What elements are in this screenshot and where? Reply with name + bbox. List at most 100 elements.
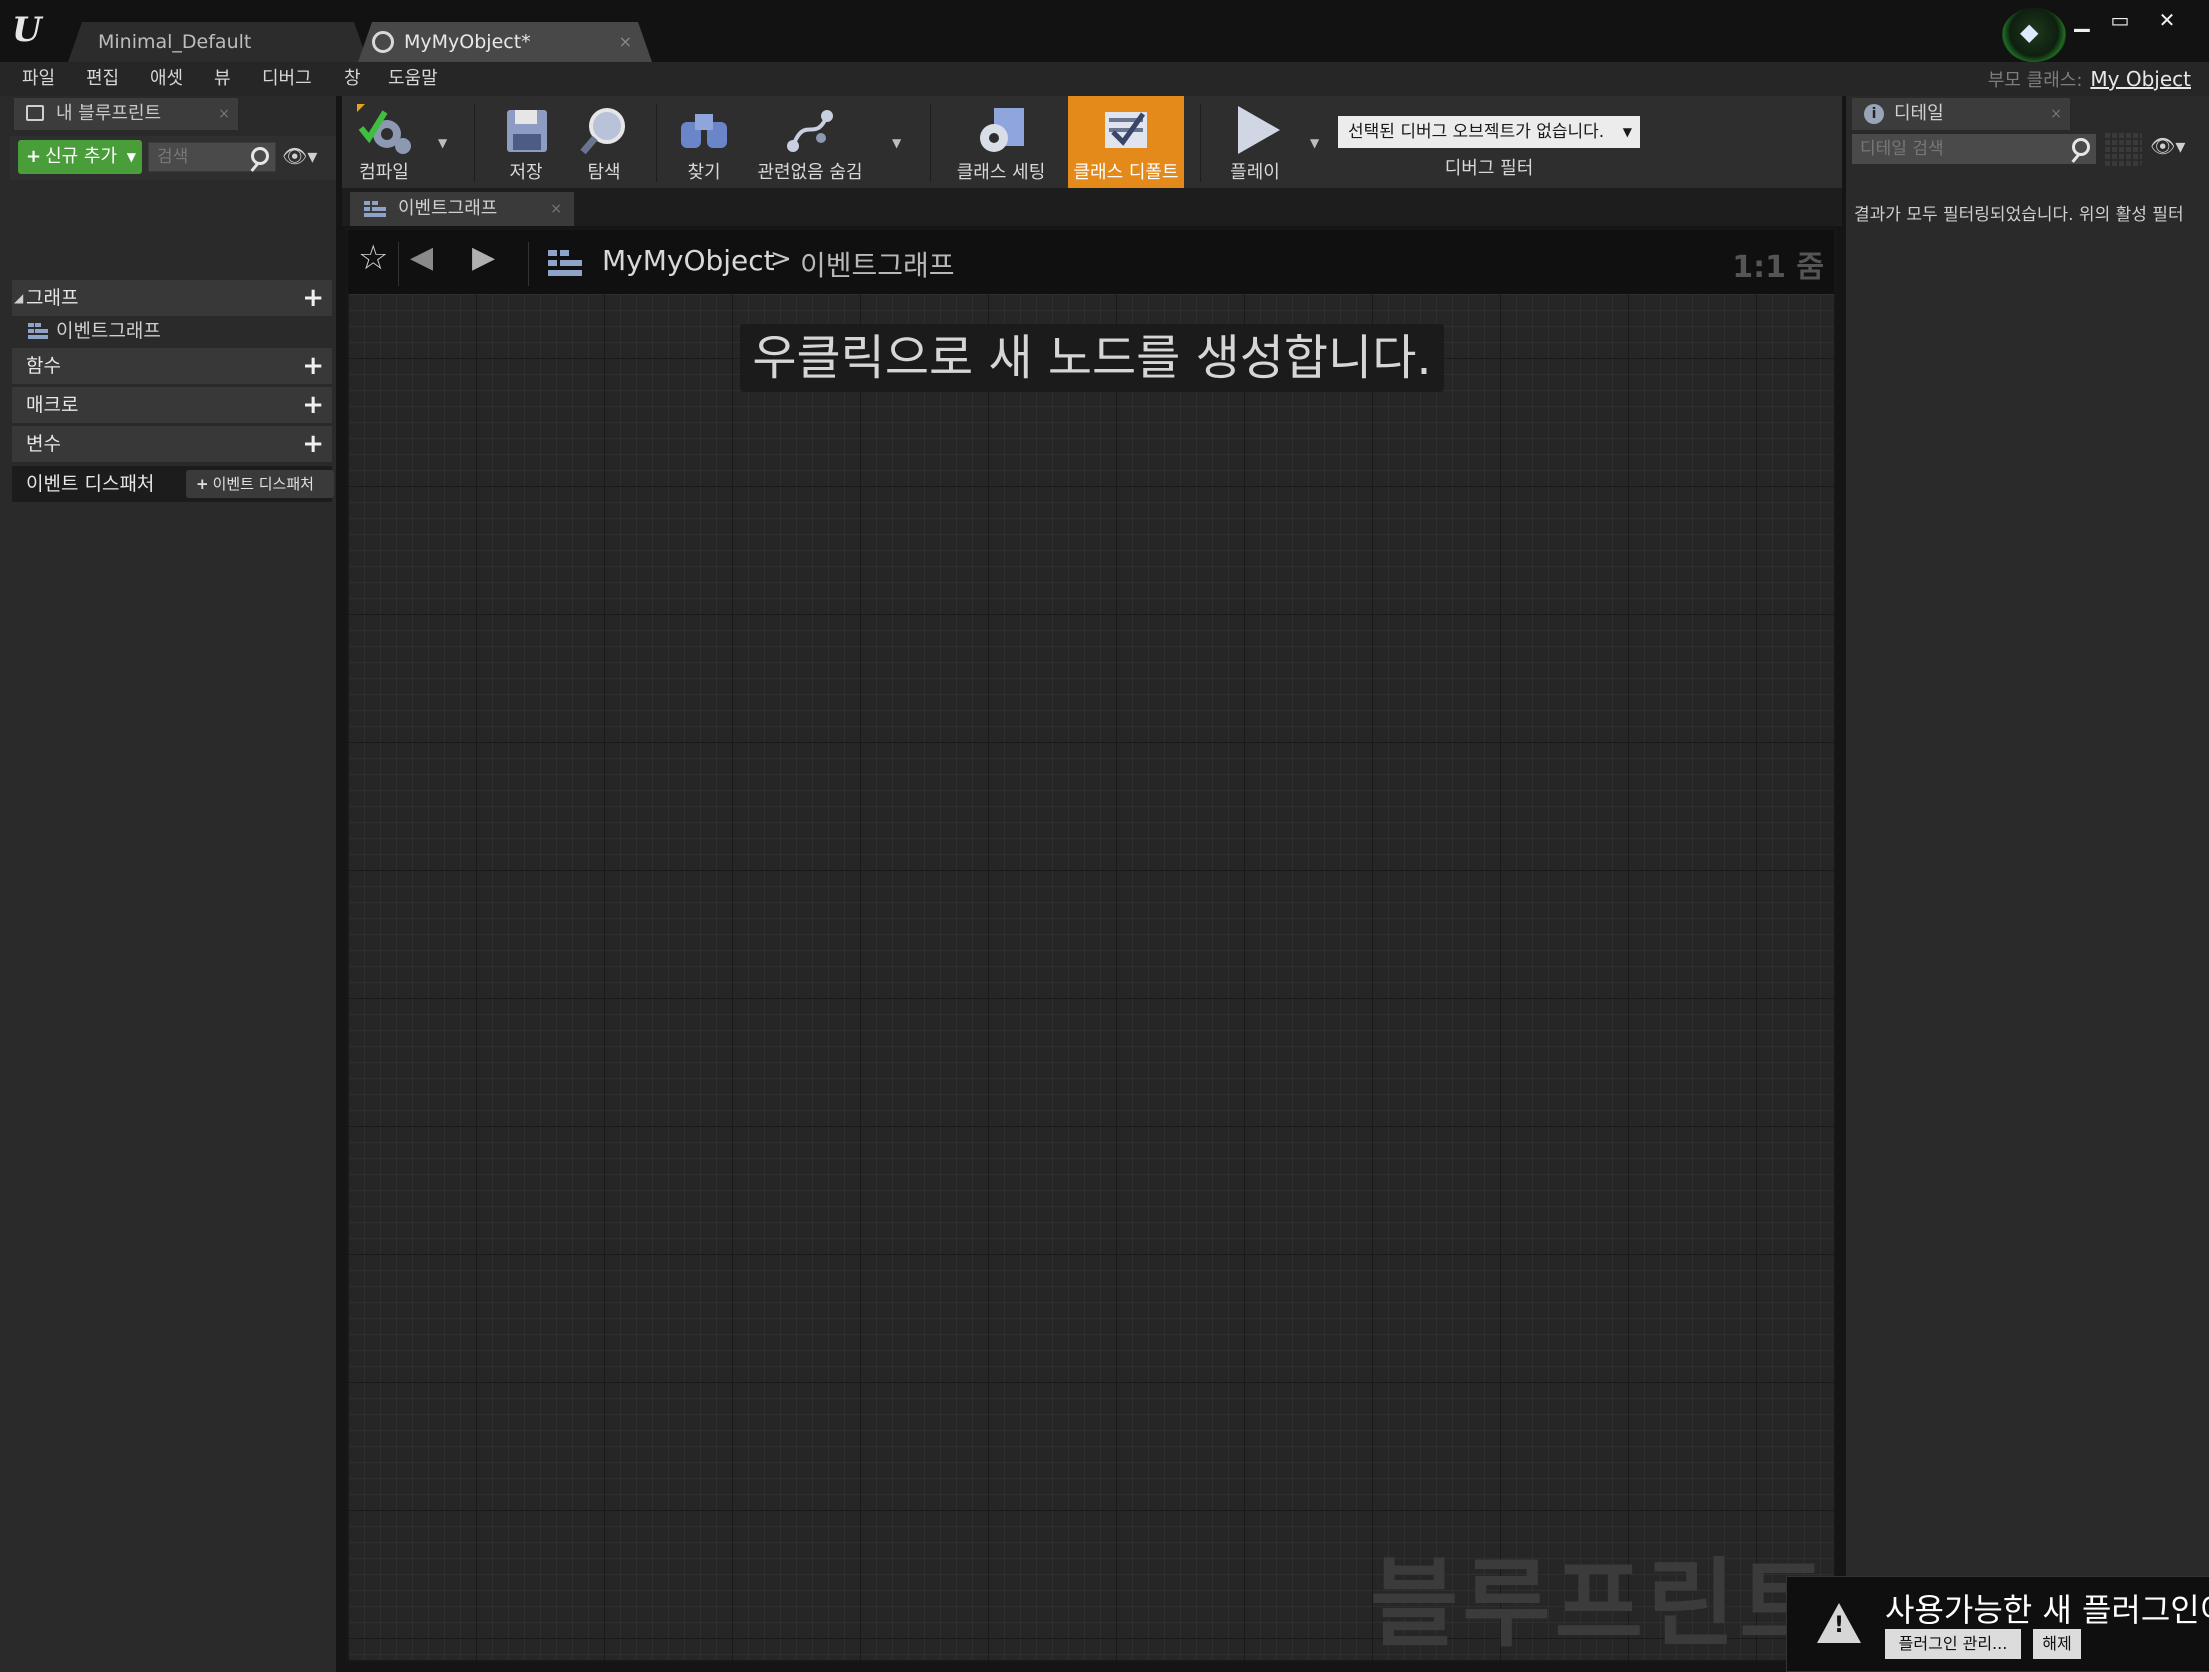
- menu-file[interactable]: 파일: [22, 66, 55, 92]
- property-matrix-button[interactable]: [2104, 132, 2142, 166]
- section-event-dispatchers[interactable]: 이벤트 디스패처 + 이벤트 디스패처: [12, 466, 334, 502]
- view-options-eye-icon[interactable]: 👁▾: [282, 144, 317, 168]
- tab-event-graph[interactable]: 이벤트그래프 ×: [350, 192, 574, 226]
- class-defaults-label: 클래스 디폴트: [1073, 162, 1179, 183]
- blueprint-search-input[interactable]: 검색: [148, 142, 276, 172]
- hide-unrelated-label: 관련없음 숨김: [757, 162, 863, 183]
- breadcrumb-root[interactable]: MyMyObject: [602, 244, 775, 277]
- event-graph-canvas[interactable]: ☆ ◀ ▶ MyMyObject > 이벤트그래프 1:1 줌 우클릭으로 새 …: [346, 228, 1836, 1662]
- view-options-eye-icon[interactable]: 👁▾: [2150, 134, 2185, 158]
- collapse-triangle-icon[interactable]: ◢: [14, 280, 23, 316]
- breadcrumb-divider: [528, 242, 529, 286]
- play-button[interactable]: 플레이: [1212, 96, 1298, 188]
- browse-label: 탐색: [587, 162, 621, 183]
- debug-filter-label: 디버그 필터: [1444, 158, 1534, 179]
- play-label: 플레이: [1230, 162, 1280, 183]
- add-variable-button[interactable]: +: [302, 426, 324, 462]
- play-options-chevron-icon[interactable]: ▼: [1310, 136, 1319, 150]
- section-macros[interactable]: 매크로 +: [12, 387, 332, 423]
- minimize-button[interactable]: ▁: [2061, 6, 2103, 34]
- toolbar-divider: [930, 104, 931, 182]
- close-tab-icon[interactable]: ×: [218, 98, 230, 130]
- add-graph-button[interactable]: +: [302, 280, 324, 316]
- parent-class-link[interactable]: My Object: [2090, 67, 2191, 91]
- menu-window[interactable]: 창: [344, 66, 361, 92]
- tab-label: 내 블루프린트: [56, 103, 162, 124]
- details-search-input[interactable]: 디테일 검색: [1852, 134, 2096, 164]
- source-control-status-icon[interactable]: ◆: [2002, 8, 2066, 62]
- dismiss-button[interactable]: 해제: [2033, 1629, 2081, 1659]
- tree-item-event-graph[interactable]: 이벤트그래프: [28, 316, 161, 346]
- chevron-down-icon: ▼: [126, 150, 136, 164]
- menu-edit[interactable]: 편집: [86, 66, 119, 92]
- section-functions[interactable]: 함수 +: [12, 348, 332, 384]
- menu-help[interactable]: 도움말: [388, 66, 438, 92]
- save-button[interactable]: 저장: [492, 96, 560, 188]
- info-icon: i: [1864, 104, 1884, 124]
- details-tab[interactable]: i 디테일 ×: [1852, 98, 2070, 130]
- add-event-dispatcher-button[interactable]: + 이벤트 디스패처: [186, 470, 334, 498]
- add-dispatcher-label: 이벤트 디스패처: [212, 475, 314, 493]
- search-placeholder: 디테일 검색: [1860, 139, 1944, 159]
- section-graphs[interactable]: ◢ 그래프 +: [12, 280, 332, 316]
- section-variables[interactable]: 변수 +: [12, 426, 332, 462]
- debug-object-select[interactable]: 선택된 디버그 오브젝트가 없습니다. ▼: [1338, 116, 1640, 148]
- notification-text: 사용가능한 새 플러그인이: [1885, 1591, 2209, 1629]
- class-settings-button[interactable]: 클래스 세팅: [946, 96, 1056, 188]
- class-defaults-checklist-icon: [1105, 112, 1147, 148]
- menu-bar: 파일 편집 애셋 뷰 디버그 창 도움말 부모 클래스: My Object: [0, 62, 2209, 96]
- menu-view[interactable]: 뷰: [214, 66, 231, 92]
- blueprint-icon: [372, 31, 394, 53]
- event-graph-icon: [364, 201, 386, 217]
- back-arrow-icon[interactable]: ◀: [410, 240, 433, 275]
- section-label: 함수: [26, 355, 61, 377]
- tab-mymyobject[interactable]: MyMyObject* ×: [358, 22, 652, 62]
- save-disk-icon: [507, 110, 547, 152]
- close-window-button[interactable]: ✕: [2146, 6, 2188, 34]
- hide-unrelated-nodes-icon: [787, 110, 833, 152]
- title-bar: U Minimal_Default MyMyObject* × ◆ ▁ ▭ ✕: [0, 0, 2209, 62]
- search-icon-handle: [2071, 154, 2080, 163]
- menu-debug[interactable]: 디버그: [262, 66, 312, 92]
- menu-asset[interactable]: 애셋: [150, 66, 183, 92]
- add-macro-button[interactable]: +: [302, 387, 324, 423]
- manage-plugins-button[interactable]: 플러그인 관리...: [1885, 1629, 2021, 1659]
- tree-item-label: 이벤트그래프: [56, 320, 161, 342]
- zoom-level-label: 1:1 줌: [1732, 250, 1824, 285]
- section-label: 변수: [26, 433, 61, 455]
- class-defaults-button[interactable]: 클래스 디폴트: [1068, 96, 1184, 188]
- find-button[interactable]: 찾기: [668, 96, 740, 188]
- unreal-logo-icon: U: [12, 10, 42, 50]
- browse-button[interactable]: 탐색: [568, 96, 640, 188]
- add-new-label: 신규 추가: [45, 146, 118, 167]
- compile-button[interactable]: 컴파일: [346, 96, 422, 188]
- create-node-hint: 우클릭으로 새 노드를 생성합니다.: [740, 324, 1444, 392]
- find-binoculars-icon: [681, 114, 727, 148]
- hide-unrelated-options-chevron-icon[interactable]: ▼: [892, 136, 901, 150]
- compile-gear-icon: [357, 104, 411, 154]
- hide-unrelated-button[interactable]: 관련없음 숨김: [752, 96, 868, 188]
- plugin-notification: ! 사용가능한 새 플러그인이 플러그인 관리... 해제: [1786, 1576, 2209, 1672]
- my-blueprint-tab[interactable]: 내 블루프린트 ×: [14, 98, 238, 130]
- forward-arrow-icon[interactable]: ▶: [472, 240, 495, 275]
- compile-options-chevron-icon[interactable]: ▼: [438, 136, 447, 150]
- details-panel: i 디테일 × 디테일 검색 👁▾ 결과가 모두 필터링되었습니다. 위의 활성…: [1842, 96, 2209, 1672]
- tab-minimal-default[interactable]: Minimal_Default: [68, 22, 368, 62]
- plus-icon: +: [196, 475, 209, 493]
- book-icon: [26, 105, 44, 121]
- toolbar-divider: [656, 104, 657, 182]
- parent-class-info: 부모 클래스: My Object: [1988, 66, 2191, 94]
- close-tab-icon[interactable]: ×: [550, 192, 562, 226]
- toolbar-divider: [474, 104, 475, 182]
- event-graph-icon: [28, 323, 48, 339]
- close-tab-icon[interactable]: ×: [619, 22, 632, 62]
- close-tab-icon[interactable]: ×: [2050, 98, 2062, 130]
- maximize-button[interactable]: ▭: [2099, 6, 2141, 34]
- play-triangle-icon: [1238, 106, 1280, 154]
- favorite-star-icon[interactable]: ☆: [358, 238, 388, 278]
- search-icon-handle: [250, 163, 259, 172]
- add-function-button[interactable]: +: [302, 348, 324, 384]
- add-new-button[interactable]: + 신규 추가 ▼: [18, 140, 142, 174]
- blueprint-watermark: 블루프린트: [1370, 1548, 1832, 1660]
- breadcrumb-divider: [398, 242, 399, 286]
